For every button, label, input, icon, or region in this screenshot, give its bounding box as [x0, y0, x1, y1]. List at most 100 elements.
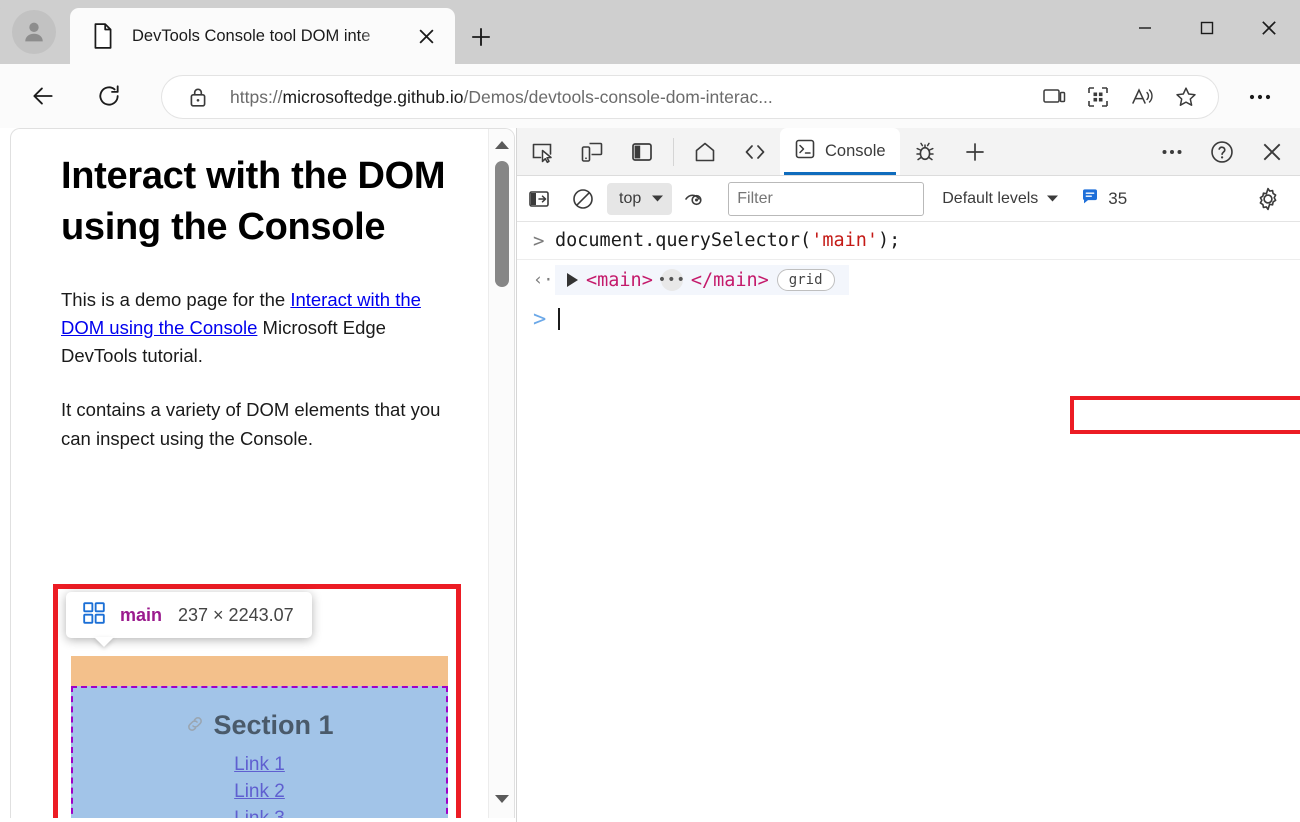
result-close-tag: </main>	[690, 269, 769, 291]
dock-side-icon	[632, 142, 652, 161]
omnibox[interactable]: https://microsoftedge.github.io/Demos/de…	[162, 76, 1218, 118]
grid-layout-icon	[82, 601, 106, 630]
console-result-line: ‹· <main> ••• </main> grid	[517, 260, 1300, 300]
read-aloud-icon[interactable]	[1120, 79, 1164, 115]
console-new-prompt-line[interactable]: >	[517, 300, 1300, 338]
browser-settings-button[interactable]	[1240, 78, 1280, 116]
console-filter-input[interactable]	[728, 181, 925, 216]
link-anchor-icon	[185, 710, 205, 741]
omnibox-actions	[1032, 79, 1208, 115]
issues-button[interactable]	[900, 129, 950, 175]
window-maximize-button[interactable]	[1176, 0, 1238, 56]
log-levels-selector[interactable]: Default levels	[942, 190, 1059, 208]
tooltip-element-name: main	[120, 604, 163, 625]
help-question-icon	[1211, 140, 1233, 163]
back-button[interactable]	[20, 73, 66, 119]
console-prompt-glyph: >	[533, 229, 545, 252]
elements-code-icon	[745, 144, 765, 159]
devtools-right-actions	[1147, 128, 1297, 175]
address-bar: https://microsoftedge.github.io/Demos/de…	[0, 64, 1300, 128]
window-close-button[interactable]	[1238, 0, 1300, 56]
welcome-home-icon	[695, 142, 715, 161]
tab-close-button[interactable]	[411, 21, 441, 51]
section-title-text: Section 1	[213, 710, 334, 740]
message-bubble-icon	[1081, 188, 1099, 210]
more-tools-plus-icon	[965, 142, 984, 161]
section-link[interactable]: Link 1	[73, 754, 446, 776]
eye-live-expression-icon	[685, 193, 702, 205]
plus-icon	[472, 28, 490, 46]
tab-strip: DevTools Console tool DOM inte	[0, 0, 1300, 64]
clear-console-icon	[573, 188, 593, 209]
cast-device-icon[interactable]	[1032, 79, 1076, 115]
execution-context-selector[interactable]: top	[607, 182, 673, 215]
inspect-element-button[interactable]	[517, 129, 567, 175]
section-link[interactable]: Link 2	[73, 781, 446, 803]
inspect-element-icon	[532, 143, 552, 163]
paragraph1-before: This is a demo page for the	[61, 289, 291, 311]
dock-side-button[interactable]	[617, 129, 667, 175]
devtools-more-options-button[interactable]	[1147, 129, 1197, 175]
section-link[interactable]: Link 3	[73, 808, 446, 818]
chevron-down-icon	[1046, 190, 1059, 208]
device-emulation-icon	[581, 142, 603, 162]
url-prefix: https://	[230, 86, 283, 107]
window-minimize-button[interactable]	[1114, 0, 1176, 56]
section-heading: Section 1	[73, 710, 446, 741]
account-avatar-icon	[25, 22, 43, 42]
scrollbar-thumb[interactable]	[495, 161, 509, 287]
expand-triangle-icon[interactable]	[567, 273, 578, 287]
console-new-prompt-glyph: >	[533, 306, 547, 332]
browser-essentials-icon[interactable]	[1076, 79, 1120, 115]
tooltip-dimensions: 237 × 2243.07	[178, 604, 294, 625]
device-emulation-button[interactable]	[567, 129, 617, 175]
section-content-box: Section 1 Link 1 Link 2 Link 3 Link 4 Li…	[71, 686, 448, 818]
result-open-tag: <main>	[586, 269, 653, 291]
profile-button[interactable]	[12, 10, 56, 54]
gear-icon	[1259, 187, 1277, 211]
console-result-node[interactable]: <main> ••• </main> grid	[555, 265, 849, 295]
message-count-indicator[interactable]: 35	[1081, 188, 1127, 210]
grid-badge[interactable]: grid	[776, 269, 835, 291]
live-expression-button[interactable]	[674, 179, 718, 219]
content-area: Interact with the DOM using the Console …	[0, 128, 1300, 822]
page-paragraph-2: It contains a variety of DOM elements th…	[61, 399, 441, 449]
new-tab-button[interactable]	[462, 18, 500, 56]
issues-bug-icon	[915, 142, 934, 160]
console-input-line: > document.querySelector('main');	[517, 222, 1300, 260]
reload-button[interactable]	[86, 73, 132, 119]
scrollbar-up-arrow[interactable]	[489, 133, 514, 157]
console-sidebar-toggle-button[interactable]	[517, 179, 561, 219]
console-terminal-icon	[794, 138, 816, 165]
page-scrollbar[interactable]	[488, 129, 514, 818]
console-sidebar-icon	[529, 190, 549, 207]
collapsed-children-icon[interactable]: •••	[658, 269, 685, 291]
browser-tab[interactable]: DevTools Console tool DOM inte	[70, 8, 455, 64]
section-link-list: Link 1 Link 2 Link 3 Link 4 Link 5 Link …	[73, 754, 446, 818]
chevron-up-icon	[495, 141, 509, 149]
console-return-arrow: ‹·	[533, 270, 554, 290]
expression-string: 'main'	[811, 230, 879, 251]
elements-panel-button[interactable]	[730, 129, 780, 175]
more-options-ellipsis-icon	[1162, 149, 1182, 154]
execution-context-value: top	[619, 189, 642, 207]
more-tools-button[interactable]	[950, 129, 1000, 175]
favorites-star-icon[interactable]	[1164, 79, 1208, 115]
console-settings-button[interactable]	[1251, 183, 1285, 215]
page-paragraph-1: This is a demo page for the Interact wit…	[61, 286, 450, 370]
tab-console[interactable]: Console	[780, 128, 900, 175]
welcome-home-button[interactable]	[680, 129, 730, 175]
console-output[interactable]: > document.querySelector('main'); ‹· <ma…	[517, 222, 1300, 822]
devtools-help-button[interactable]	[1197, 129, 1247, 175]
close-devtools-icon	[1263, 143, 1281, 160]
url-text: https://microsoftedge.github.io/Demos/de…	[230, 87, 1032, 108]
expression-before: document.querySelector(	[555, 230, 812, 251]
chevron-down-icon	[651, 190, 664, 208]
devtools-close-button[interactable]	[1247, 129, 1297, 175]
url-domain: microsoftedge.github.io	[282, 86, 464, 107]
page-document-icon	[92, 23, 114, 49]
scrollbar-down-arrow[interactable]	[489, 787, 514, 811]
element-info-tooltip: main 237 × 2243.07	[66, 592, 312, 638]
arrow-left-icon	[33, 87, 53, 105]
clear-console-button[interactable]	[561, 179, 605, 219]
